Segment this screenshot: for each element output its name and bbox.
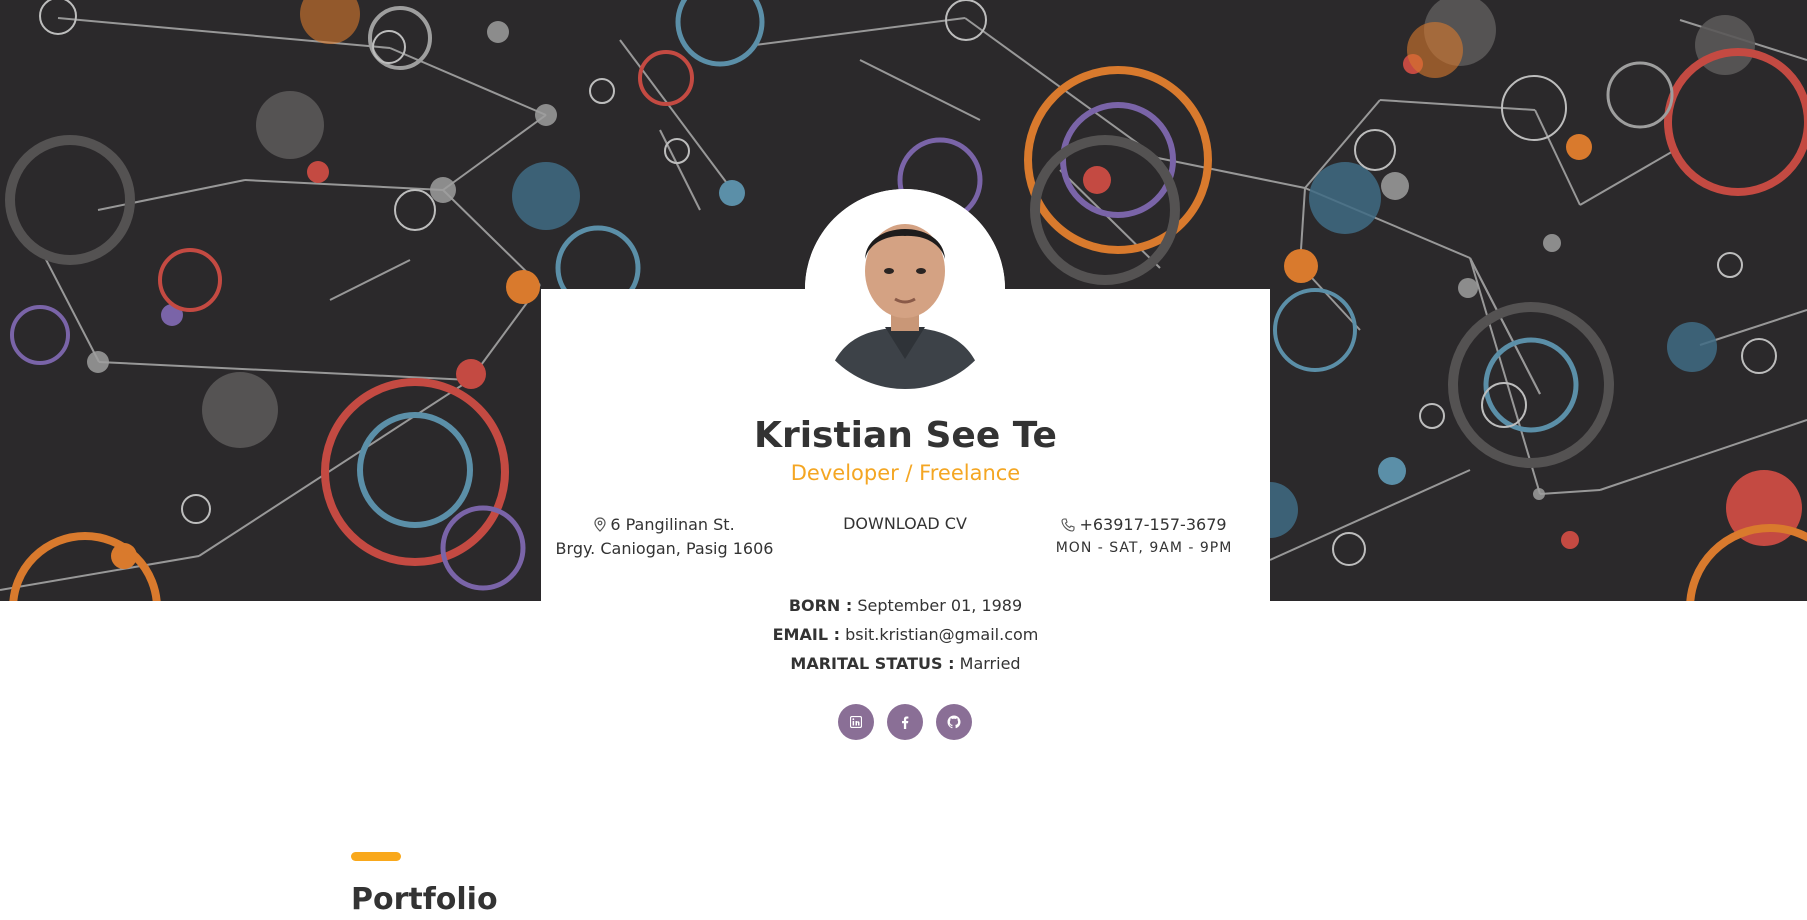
github-button[interactable] bbox=[936, 704, 972, 740]
contact-block: +63917-157-3679 MON - SAT, 9AM - 9PM bbox=[1023, 513, 1265, 559]
linkedin-button[interactable] bbox=[838, 704, 874, 740]
marital-status-value: Married bbox=[959, 654, 1021, 673]
business-hours: MON - SAT, 9AM - 9PM bbox=[1055, 540, 1233, 556]
phone-icon bbox=[1061, 518, 1075, 532]
download-cv-link[interactable]: DOWNLOAD CV bbox=[800, 512, 1010, 536]
location-pin-icon bbox=[594, 517, 606, 532]
github-icon bbox=[947, 715, 961, 729]
linkedin-icon bbox=[850, 716, 862, 728]
profile-photo bbox=[805, 189, 1005, 389]
email-label: EMAIL : bbox=[772, 625, 840, 644]
address-block: 6 Pangilinan St. Brgy. Caniogan, Pasig 1… bbox=[541, 513, 788, 561]
born-value: September 01, 1989 bbox=[857, 596, 1023, 615]
email-value[interactable]: bsit.kristian@gmail.com bbox=[845, 625, 1038, 644]
facebook-icon bbox=[902, 716, 909, 729]
marital-status-row: MARITAL STATUS : Married bbox=[541, 649, 1270, 678]
born-row: BORN : September 01, 1989 bbox=[541, 591, 1270, 620]
address-line-1: 6 Pangilinan St. bbox=[610, 515, 735, 534]
social-links bbox=[838, 704, 972, 740]
profile-name: Kristian See Te bbox=[754, 415, 1057, 456]
profile-role: Developer / Freelance bbox=[790, 461, 1021, 485]
section-accent-bar bbox=[351, 852, 401, 861]
marital-status-label: MARITAL STATUS : bbox=[790, 654, 955, 673]
facebook-button[interactable] bbox=[887, 704, 923, 740]
phone-number[interactable]: +63917-157-3679 bbox=[1079, 515, 1226, 534]
portfolio-section-title: Portfolio bbox=[351, 882, 498, 917]
personal-details: BORN : September 01, 1989 EMAIL : bsit.k… bbox=[541, 591, 1270, 678]
email-row: EMAIL : bsit.kristian@gmail.com bbox=[541, 620, 1270, 649]
born-label: BORN : bbox=[788, 596, 853, 615]
address-line-2: Brgy. Caniogan, Pasig 1606 bbox=[555, 539, 774, 558]
